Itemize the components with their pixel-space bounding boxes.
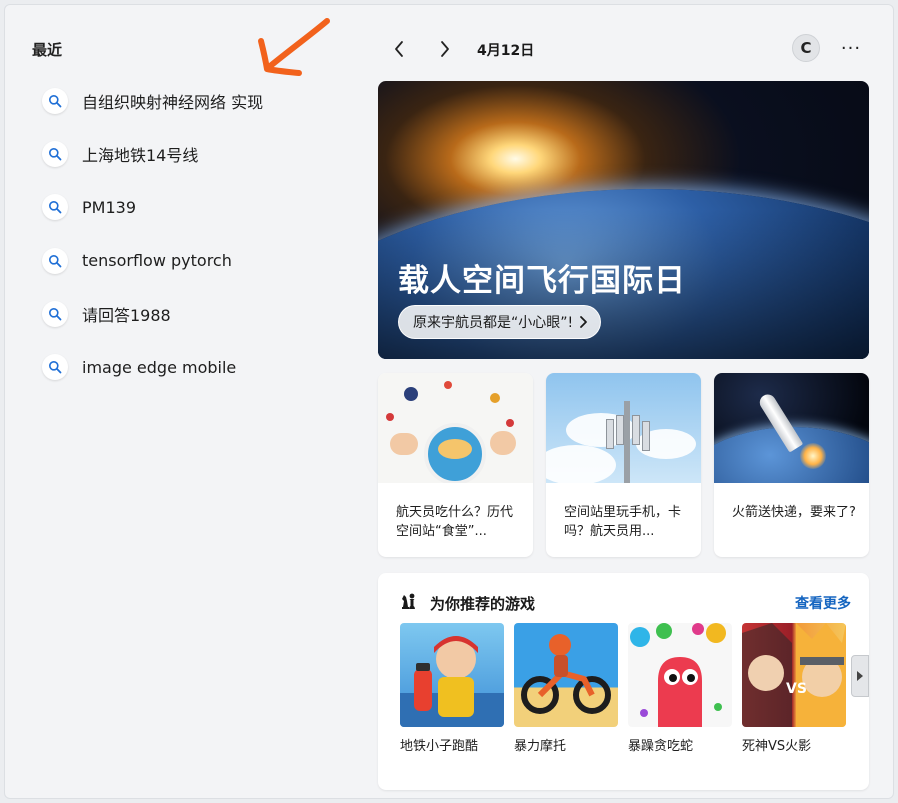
search-icon [42, 354, 68, 381]
recent-search-label: 上海地铁14号线 [82, 145, 199, 165]
games-scroll-next-button[interactable] [851, 655, 869, 697]
game-name: 暴力摩托 [514, 739, 567, 754]
news-image-rocket [714, 373, 869, 483]
recent-search-label: 自组织映射神经网络 实现 [82, 92, 264, 112]
recent-heading: 最近 [32, 41, 63, 59]
date-label: 4月12日 [477, 43, 535, 59]
recent-search-item[interactable]: image edge mobile [42, 340, 342, 393]
news-card[interactable]: 火箭送快递，要来了? [714, 373, 869, 557]
recent-search-label: PM139 [82, 197, 136, 217]
recent-search-label: 请回答1988 [82, 305, 171, 325]
game-name: 死神VS火影 [742, 739, 812, 754]
hero-title: 载人空间飞行国际日 [398, 263, 686, 299]
recent-search-list: 自组织映射神经网络 实现 上海地铁14号线 PM139 tensorflow p… [42, 74, 342, 394]
start-panel: 最近 自组织映射神经网络 实现 上海地铁14号线 PM139 tensorflo… [4, 4, 894, 799]
hero-card[interactable]: 载人空间飞行国际日 原来宇航员都是“小心眼”! [378, 81, 869, 359]
search-icon [42, 87, 68, 114]
hero-subtitle-text: 原来宇航员都是“小心眼”! [413, 315, 574, 331]
news-card[interactable]: 航天员吃什么？历代空间站“食堂”... [378, 373, 533, 557]
caret-right-icon [857, 671, 863, 681]
news-title: 火箭送快递，要来了? [732, 505, 856, 520]
svg-text:VS: VS [786, 681, 807, 697]
news-title: 航天员吃什么？历代空间站“食堂”... [396, 505, 514, 539]
recent-search-item[interactable]: PM139 [42, 181, 342, 234]
news-image-cell-tower [546, 373, 701, 483]
recent-search-label: image edge mobile [82, 357, 237, 377]
annotation-arrow-icon [258, 18, 330, 76]
games-card: 为你推荐的游戏 查看更多 地铁小子跑酷 暴力摩托 暴躁贪吃蛇 VS 死神VS火影 [378, 573, 869, 790]
recent-search-label: tensorflow pytorch [82, 251, 232, 271]
see-more-link[interactable]: 查看更多 [795, 593, 851, 613]
recent-search-item[interactable]: 请回答1988 [42, 287, 342, 340]
hero-subtitle-button[interactable]: 原来宇航员都是“小心眼”! [398, 305, 602, 339]
chess-pieces-icon [402, 593, 415, 609]
game-tile[interactable]: 暴躁贪吃蛇 [628, 623, 732, 754]
recent-search-item[interactable]: 自组织映射神经网络 实现 [42, 74, 342, 127]
game-thumbnail [628, 623, 732, 727]
search-icon [42, 140, 68, 167]
next-button[interactable] [431, 35, 459, 63]
search-icon [42, 194, 68, 221]
news-card[interactable]: 空间站里玩手机，卡吗？航天员用... [546, 373, 701, 557]
news-image-astronaut-food [378, 373, 533, 483]
recent-search-item[interactable]: tensorflow pytorch [42, 234, 342, 287]
prev-button[interactable] [385, 35, 413, 63]
game-tile[interactable]: 地铁小子跑酷 [400, 623, 504, 754]
chevron-right-icon [579, 315, 588, 329]
game-name: 地铁小子跑酷 [400, 739, 479, 754]
game-tile[interactable]: VS 死神VS火影 [742, 623, 846, 754]
search-icon [42, 247, 68, 274]
game-tile[interactable]: 暴力摩托 [514, 623, 618, 754]
game-thumbnail: VS [742, 623, 846, 727]
game-name: 暴躁贪吃蛇 [628, 739, 694, 754]
more-options-button[interactable]: ··· [837, 34, 865, 62]
games-title: 为你推荐的游戏 [430, 595, 536, 613]
chevron-left-icon [395, 41, 403, 57]
news-title: 空间站里玩手机，卡吗？航天员用... [564, 505, 682, 539]
game-thumbnail [400, 623, 504, 727]
game-thumbnail [514, 623, 618, 727]
search-icon [42, 300, 68, 327]
recent-search-item[interactable]: 上海地铁14号线 [42, 127, 342, 180]
chevron-right-icon [441, 41, 449, 57]
avatar[interactable]: C [792, 34, 820, 62]
